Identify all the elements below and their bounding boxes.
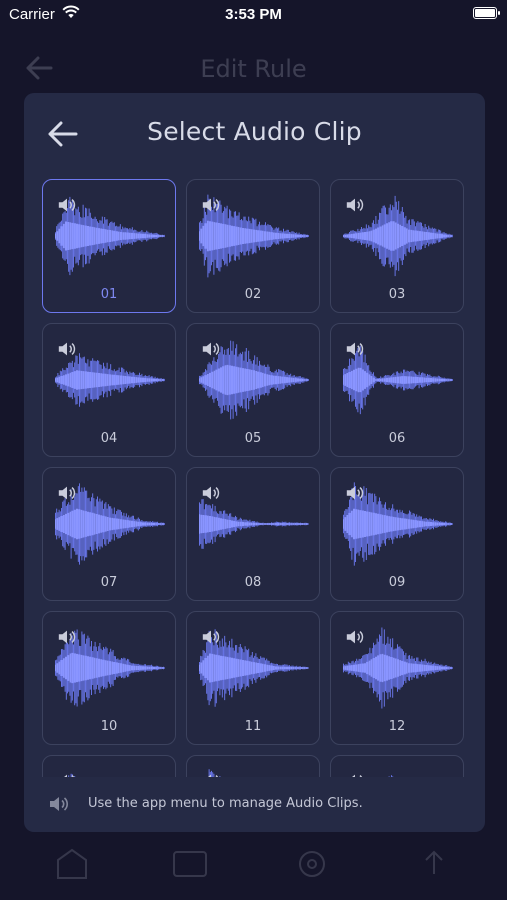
speaker-icon <box>346 486 364 500</box>
speaker-icon <box>202 630 220 644</box>
clip-grid: 01 02 03 04 05 06 07 08 09 10 11 12 13 14 15 <box>42 179 464 777</box>
gear-icon <box>299 851 325 877</box>
clip-label: 06 <box>388 431 406 446</box>
camera-icon <box>173 851 207 877</box>
share-icon <box>425 850 443 874</box>
battery-icon <box>473 7 500 19</box>
speaker-icon <box>346 198 364 212</box>
speaker-icon <box>202 198 220 212</box>
clip-label: 10 <box>100 719 118 734</box>
clip-tile[interactable]: 02 <box>186 179 320 313</box>
clip-label: 05 <box>244 431 262 446</box>
clip-label: 11 <box>244 719 262 734</box>
speaker-icon <box>202 486 220 500</box>
clip-tile[interactable]: 12 <box>330 611 464 745</box>
clip-tile[interactable]: 15 <box>330 755 464 777</box>
clip-tile[interactable]: 05 <box>186 323 320 457</box>
clip-tile[interactable]: 14 <box>186 755 320 777</box>
clip-label: 08 <box>244 575 262 590</box>
modal-title: Select Audio Clip <box>147 117 362 146</box>
clip-label: 12 <box>388 719 406 734</box>
speaker-icon <box>58 486 76 500</box>
footer-text: Use the app menu to manage Audio Clips. <box>88 796 363 811</box>
speaker-icon <box>346 630 364 644</box>
clip-tile[interactable]: 01 <box>42 179 176 313</box>
clip-tile[interactable]: 09 <box>330 467 464 601</box>
clip-tile[interactable]: 13 <box>42 755 176 777</box>
speaker-icon <box>58 198 76 212</box>
speaker-icon <box>58 342 76 356</box>
clip-tile[interactable]: 06 <box>330 323 464 457</box>
speaker-icon <box>208 774 219 777</box>
clip-label: 03 <box>388 287 406 302</box>
speaker-icon <box>64 774 75 777</box>
clip-tile[interactable]: 10 <box>42 611 176 745</box>
clip-label: 09 <box>388 575 406 590</box>
background-tab-bar <box>0 838 507 900</box>
clip-tile[interactable]: 03 <box>330 179 464 313</box>
speaker-icon <box>346 342 364 356</box>
clip-label: 04 <box>100 431 118 446</box>
speaker-icon <box>58 630 76 644</box>
background-title: Edit Rule <box>200 55 307 83</box>
background-header: Edit Rule <box>0 45 507 93</box>
clip-tile[interactable]: 07 <box>42 467 176 601</box>
clock: 3:53 PM <box>225 6 282 23</box>
clip-grid-scroll[interactable]: 01 02 03 04 05 06 07 08 09 10 11 12 13 14 15 <box>24 175 485 777</box>
clip-tile[interactable]: 08 <box>186 467 320 601</box>
speaker-icon <box>50 797 69 811</box>
clip-label: 02 <box>244 287 262 302</box>
speaker-icon <box>352 774 363 777</box>
clip-tile[interactable]: 11 <box>186 611 320 745</box>
clip-label: 01 <box>100 287 118 302</box>
footer-hint: Use the app menu to manage Audio Clips. <box>48 793 475 817</box>
status-bar: Carrier 3:53 PM <box>0 0 507 28</box>
select-audio-clip-modal: Select Audio Clip 01 02 03 04 05 06 07 08 09 10 11… <box>24 93 485 832</box>
clip-tile[interactable]: 04 <box>42 323 176 457</box>
speaker-icon <box>202 342 220 356</box>
clip-label: 07 <box>100 575 118 590</box>
home-icon <box>57 848 87 879</box>
